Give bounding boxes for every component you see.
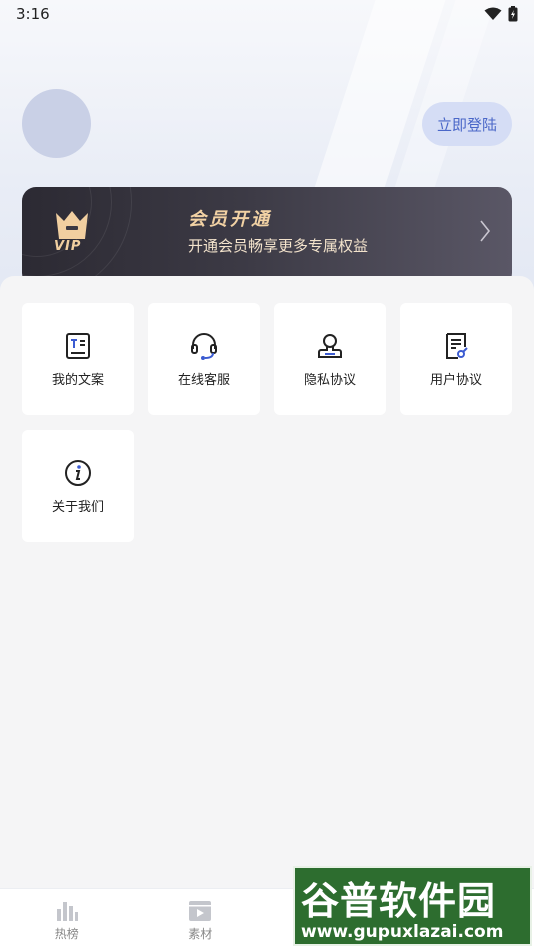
- menu-item-my-copy[interactable]: 我的文案: [22, 303, 134, 415]
- menu-item-privacy-policy[interactable]: 隐私协议: [274, 303, 386, 415]
- login-button[interactable]: 立即登陆: [422, 102, 512, 146]
- avatar[interactable]: [22, 89, 91, 158]
- tab-hot-list[interactable]: 热榜: [0, 889, 134, 950]
- crown-icon: [56, 211, 88, 239]
- menu-panel: 我的文案 在线客服 隐私协议 用户协议 关于我们: [0, 276, 534, 888]
- status-icons: [484, 6, 518, 22]
- wifi-icon: [484, 7, 502, 20]
- battery-charging-icon: [508, 6, 518, 22]
- user-shield-icon: [318, 333, 342, 358]
- vip-subtitle: 开通会员畅享更多专属权益: [188, 237, 369, 255]
- watermark-url: www.gupuxlazai.com: [301, 922, 504, 942]
- menu-item-customer-service[interactable]: 在线客服: [148, 303, 260, 415]
- status-bar: 3:16: [0, 0, 534, 28]
- menu-grid: 我的文案 在线客服 隐私协议 用户协议 关于我们: [22, 303, 512, 542]
- info-icon: [65, 459, 91, 486]
- menu-item-user-agreement[interactable]: 用户协议: [400, 303, 512, 415]
- watermark-overlay: 谷普软件园 www.gupuxlazai.com: [293, 866, 532, 946]
- tab-materials[interactable]: 素材: [134, 889, 268, 950]
- chevron-right-icon: [480, 220, 491, 242]
- tab-label: 素材: [188, 926, 213, 941]
- menu-item-label: 隐私协议: [303, 372, 356, 388]
- headset-icon: [191, 332, 217, 360]
- menu-item-about-us[interactable]: 关于我们: [22, 430, 134, 542]
- vip-badge-text: VIP: [54, 239, 82, 254]
- vip-title: 会员开通: [188, 209, 272, 230]
- media-icon: [189, 900, 212, 921]
- menu-item-label: 我的文案: [51, 372, 104, 388]
- menu-item-label: 用户协议: [429, 372, 482, 388]
- status-time: 3:16: [16, 5, 50, 23]
- bar-chart-icon: [56, 901, 78, 921]
- vip-membership-card[interactable]: VIP 会员开通 开通会员畅享更多专属权益: [22, 187, 512, 287]
- tab-label: 热榜: [54, 926, 79, 941]
- watermark-title: 谷普软件园: [301, 879, 497, 923]
- agreement-icon: [446, 332, 468, 359]
- menu-item-label: 在线客服: [177, 372, 230, 388]
- document-text-icon: [66, 332, 90, 359]
- menu-item-label: 关于我们: [51, 499, 104, 515]
